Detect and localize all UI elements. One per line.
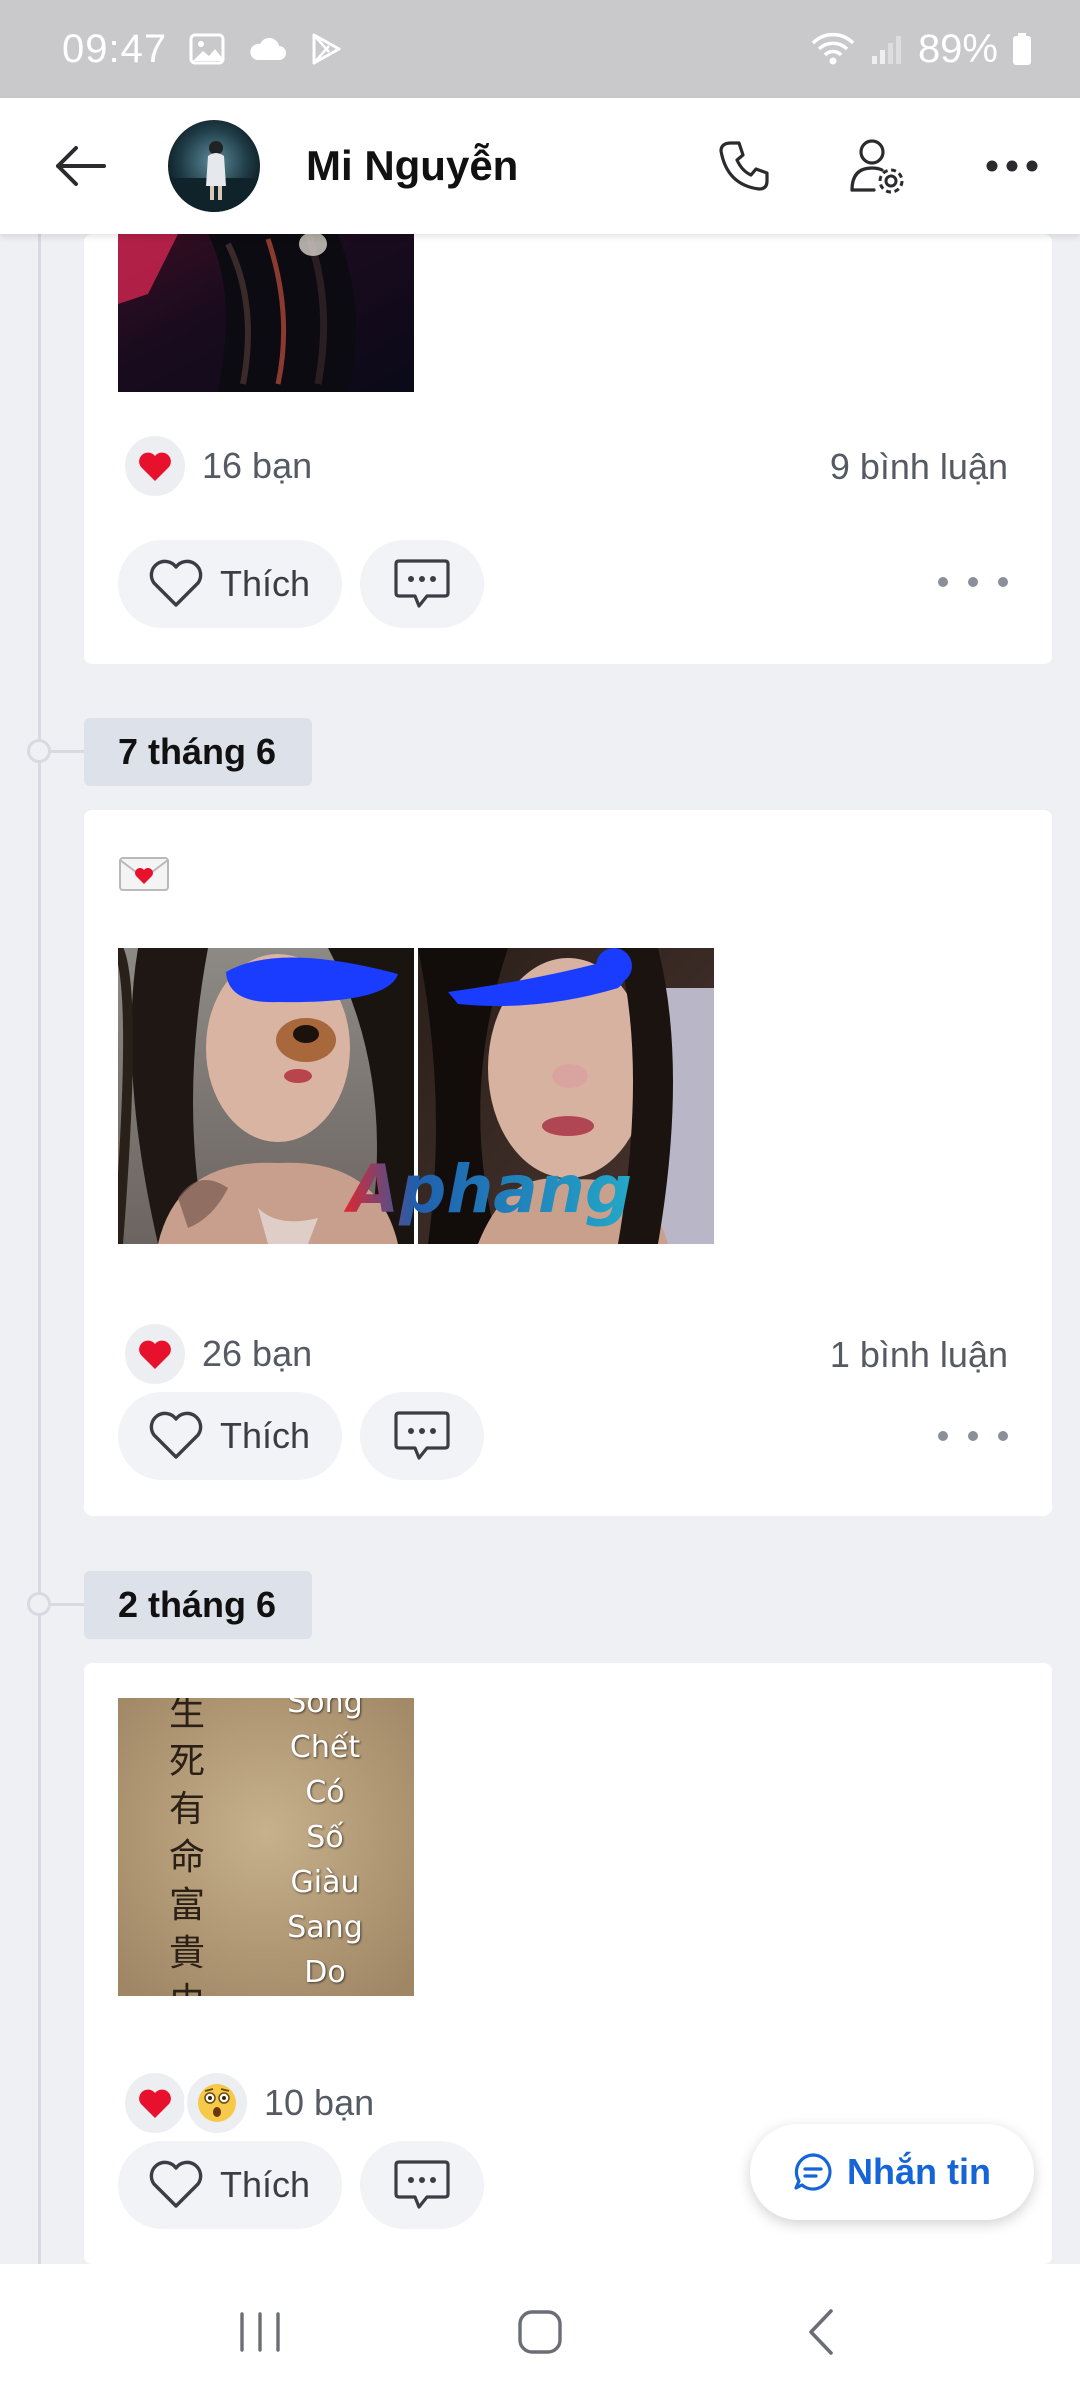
avatar[interactable] [168, 120, 260, 212]
calligraphy-text: 生死有命富貴由 [168, 1698, 205, 1996]
like-button[interactable]: Thích [118, 2141, 342, 2229]
battery-icon [1012, 32, 1032, 66]
heart-outline-icon [149, 1411, 203, 1459]
like-button[interactable]: Thích [118, 1392, 342, 1480]
love-letter-icon [118, 854, 170, 899]
date-separator: 2 tháng 6 [84, 1571, 313, 1639]
more-dot [938, 1431, 948, 1441]
recent-apps-icon [240, 2312, 280, 2352]
call-button[interactable] [712, 134, 776, 198]
like-label: Thích [220, 1415, 311, 1456]
caption-line: Chết [289, 1730, 361, 1765]
like-label: Thích [220, 563, 311, 604]
comment-button[interactable] [360, 540, 484, 628]
caption-line: Sang [287, 1910, 363, 1945]
status-bar: 09:47 89% [0, 0, 1080, 98]
wifi-icon [810, 31, 856, 67]
comment-button[interactable] [360, 2141, 484, 2229]
chat-bubble-icon [794, 2153, 832, 2191]
reaction-summary[interactable]: 26 bạn [122, 1320, 312, 1388]
status-time: 09:47 [62, 26, 168, 71]
caption-line: Có [305, 1775, 345, 1810]
heart-outline-icon [149, 2160, 203, 2208]
comment-icon [394, 559, 450, 608]
like-button[interactable]: Thích [118, 540, 342, 628]
heart-reaction-icon [122, 1321, 188, 1387]
heart-reaction-icon [122, 2070, 188, 2136]
date-separator: 7 tháng 6 [84, 718, 313, 786]
chat-header: Mi Nguyễn [0, 98, 1080, 234]
chevron-left-icon [809, 2309, 833, 2355]
arrow-left-icon [56, 146, 106, 186]
back-button[interactable] [48, 134, 112, 198]
recent-apps-button[interactable] [200, 2282, 320, 2382]
reaction-count: 16 bạn [202, 445, 313, 486]
reaction-summary[interactable]: 16 bạn [122, 432, 312, 500]
post-photo[interactable] [118, 234, 414, 392]
comment-count[interactable]: 9 bình luận [830, 446, 1008, 488]
comment-icon [394, 1411, 450, 1460]
home-button[interactable] [480, 2282, 600, 2382]
timeline-tick [50, 750, 84, 753]
watermark-text: Aphang [343, 1151, 632, 1228]
home-icon [518, 2310, 562, 2354]
more-dot [968, 577, 978, 587]
system-navigation-bar [0, 2264, 1080, 2400]
more-options-button[interactable] [980, 134, 1044, 198]
battery-percent: 89% [917, 26, 998, 71]
profile-settings-button[interactable] [846, 134, 910, 198]
send-message-button[interactable]: Nhắn tin [750, 2124, 1034, 2220]
more-dot [968, 1431, 978, 1441]
image-caption: Sống Chết Có Số Giàu Sang Do [250, 1698, 400, 1996]
phone-icon [719, 141, 769, 191]
timeline-line [38, 234, 41, 2264]
post-more-button[interactable] [938, 1416, 1008, 1456]
reaction-count: 10 bạn [264, 2082, 375, 2123]
comment-icon [394, 2160, 450, 2209]
heart-outline-icon [149, 559, 203, 607]
timeline-dot [27, 1592, 51, 1616]
contact-name[interactable]: Mi Nguyễn [306, 142, 518, 190]
more-dot [998, 577, 1008, 587]
timeline-tick [50, 1603, 84, 1606]
like-label: Thích [220, 2164, 311, 2205]
post-photo[interactable]: 生死有命富貴由 Sống Chết Có Số Giàu Sang Do [118, 1698, 414, 1996]
system-back-button[interactable] [760, 2282, 880, 2382]
gallery-icon [189, 33, 225, 65]
cloud-icon [247, 36, 287, 62]
wow-reaction-icon [184, 2070, 250, 2136]
heart-reaction-icon [122, 433, 188, 499]
signal-icon [870, 32, 904, 66]
comment-count[interactable]: 1 bình luận [830, 1334, 1008, 1376]
timeline-dot [27, 739, 51, 763]
more-horizontal-icon [986, 160, 1038, 172]
post-card: 16 bạn 9 bình luận Thích [84, 234, 1052, 664]
caption-line: Số [306, 1820, 344, 1855]
caption-line: Giàu [290, 1865, 360, 1900]
reaction-count: 26 bạn [202, 1333, 313, 1374]
user-settings-icon [850, 139, 904, 194]
caption-line: Sống [287, 1698, 363, 1720]
post-more-button[interactable] [938, 562, 1008, 602]
comment-button[interactable] [360, 1392, 484, 1480]
send-message-label: Nhắn tin [847, 2151, 991, 2192]
reaction-summary[interactable]: 10 bạn [122, 2069, 374, 2137]
more-dot [998, 1431, 1008, 1441]
post-card: Aphang 26 bạn 1 bình luận Thích [84, 810, 1052, 1516]
watermark: Aphang [340, 1150, 700, 1230]
more-dot [938, 577, 948, 587]
play-store-icon [309, 32, 343, 66]
caption-line: Do [304, 1955, 346, 1990]
